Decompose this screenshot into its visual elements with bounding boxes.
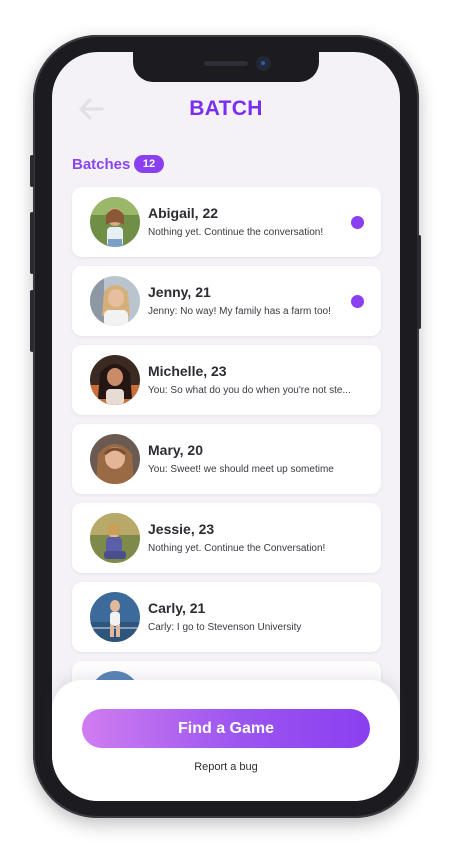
chat-name: Jenny, 21 — [148, 284, 211, 300]
app-title: BATCH — [189, 97, 263, 120]
chat-preview: Nothing yet. Continue the conversation! — [148, 227, 324, 238]
mute-switch — [30, 155, 34, 187]
avatar — [90, 513, 140, 563]
avatar — [90, 197, 140, 247]
chat-item-abigail[interactable]: Abigail, 22 Nothing yet. Continue the co… — [72, 187, 381, 257]
volume-up-button — [30, 212, 34, 274]
chat-name: Abigail, 22 — [148, 205, 219, 221]
batches-count-badge: 12 — [134, 155, 164, 173]
front-camera — [258, 58, 269, 69]
avatar — [90, 355, 140, 405]
chat-preview: Carly: I go to Stevenson University — [148, 622, 302, 633]
unread-indicator — [351, 216, 364, 229]
avatar — [90, 592, 140, 642]
speaker-grille — [204, 61, 248, 66]
chat-item-mary[interactable]: Mary, 20 You: Sweet! we should meet up s… — [72, 424, 381, 494]
avatar — [90, 276, 140, 326]
chat-preview: Nothing yet. Continue the Conversation! — [148, 543, 326, 554]
find-a-game-button[interactable]: Find a Game — [82, 709, 370, 748]
chat-preview: You: Sweet! we should meet up sometime — [148, 464, 334, 475]
chat-name: Mary, 20 — [148, 442, 203, 458]
chat-preview: You: So what do you do when you're not s… — [148, 385, 351, 396]
chat-preview: Jenny: No way! My family has a farm too! — [148, 306, 331, 317]
chat-name: Michelle, 23 — [148, 363, 227, 379]
batches-label: Batches — [72, 156, 131, 173]
power-button — [417, 235, 421, 329]
avatar — [90, 434, 140, 484]
chat-item-carly[interactable]: Carly, 21 Carly: I go to Stevenson Unive… — [72, 582, 381, 652]
chat-name: Jessie, 23 — [148, 521, 215, 537]
volume-down-button — [30, 290, 34, 352]
chat-item-jenny[interactable]: Jenny, 21 Jenny: No way! My family has a… — [72, 266, 381, 336]
chat-item-jessie[interactable]: Jessie, 23 Nothing yet. Continue the Con… — [72, 503, 381, 573]
notch — [133, 52, 319, 82]
chat-item-michelle[interactable]: Michelle, 23 You: So what do you do when… — [72, 345, 381, 415]
unread-indicator — [351, 295, 364, 308]
back-arrow-icon[interactable] — [77, 97, 105, 121]
chat-name: Carly, 21 — [148, 600, 206, 616]
report-bug-link[interactable]: Report a bug — [152, 761, 300, 773]
